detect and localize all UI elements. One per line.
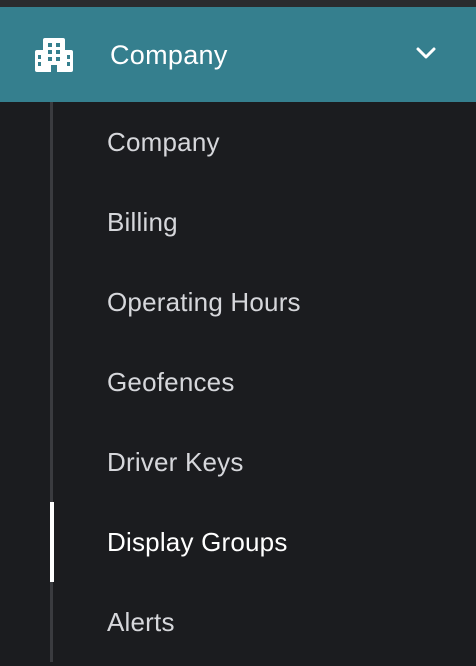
submenu-item-label: Billing	[107, 207, 178, 237]
section-header-label: Company	[110, 40, 228, 70]
submenu-item-label: Driver Keys	[107, 447, 244, 477]
submenu-item-billing[interactable]: Billing	[0, 182, 476, 262]
submenu-item-label: Geofences	[107, 367, 235, 397]
submenu-item-alerts[interactable]: Alerts	[0, 582, 476, 662]
building-icon	[35, 38, 73, 72]
submenu-item-driver-keys[interactable]: Driver Keys	[0, 422, 476, 502]
submenu-item-display-groups[interactable]: Display Groups	[0, 502, 476, 582]
chevron-down-icon[interactable]	[414, 44, 438, 62]
submenu-item-label: Display Groups	[107, 527, 288, 557]
submenu-item-label: Alerts	[107, 607, 175, 637]
submenu-item-operating-hours[interactable]: Operating Hours	[0, 262, 476, 342]
company-section-header[interactable]: Company	[0, 7, 476, 102]
submenu-item-geofences[interactable]: Geofences	[0, 342, 476, 422]
submenu-item-label: Company	[107, 127, 220, 157]
top-divider	[0, 0, 476, 7]
company-submenu: Company Billing Operating Hours Geofence…	[0, 102, 476, 666]
submenu-item-label: Operating Hours	[107, 287, 301, 317]
submenu-item-company[interactable]: Company	[0, 102, 476, 182]
